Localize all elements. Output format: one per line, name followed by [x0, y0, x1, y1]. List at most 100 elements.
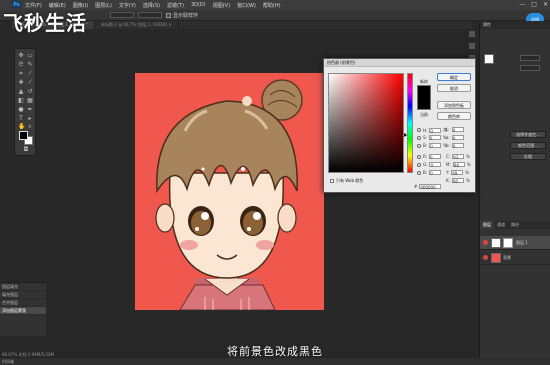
- ok-button[interactable]: 确定: [437, 73, 471, 81]
- history-row[interactable]: 合并图层: [0, 299, 46, 307]
- stamp-tool-icon[interactable]: ▲: [18, 89, 24, 95]
- b-radio[interactable]: [417, 143, 421, 148]
- lasso-tool-icon[interactable]: ᘓ: [18, 62, 24, 68]
- m-field[interactable]: M: 88%: [446, 162, 471, 168]
- eraser-tool-icon[interactable]: ◧: [18, 98, 24, 104]
- web-colors-only[interactable]: 只有 Web 颜色: [330, 178, 363, 184]
- layer-name: 背景: [503, 254, 511, 260]
- hex-field[interactable]: # 000000: [414, 184, 442, 190]
- lab-a-field[interactable]: a: 0: [446, 135, 464, 141]
- blue-field[interactable]: B: 0: [417, 170, 442, 176]
- g-radio[interactable]: [417, 162, 421, 167]
- r-field[interactable]: R: 0: [417, 154, 442, 160]
- tab-paths[interactable]: 路径: [508, 221, 522, 229]
- c-input[interactable]: 93: [452, 154, 465, 160]
- dodge-tool-icon[interactable]: ●: [18, 107, 24, 113]
- crop-tool-icon[interactable]: ⌗: [18, 71, 24, 77]
- select-and-mask-button[interactable]: 选择并遮住...: [510, 131, 546, 138]
- sample-size-select[interactable]: [110, 12, 134, 18]
- layer-mask-thumbnail[interactable]: [503, 237, 513, 248]
- sample-layers-select[interactable]: [138, 12, 162, 18]
- menu-type[interactable]: 文字(Y): [119, 2, 136, 9]
- k-input[interactable]: 80: [451, 178, 464, 184]
- layer-row-layer1[interactable]: 图层 1: [480, 236, 550, 250]
- s-field[interactable]: S: 0%: [417, 135, 447, 141]
- h-radio[interactable]: [417, 128, 421, 132]
- invert-button[interactable]: 反相: [510, 153, 546, 160]
- lab-b-field[interactable]: b: 0: [446, 143, 464, 149]
- g-input[interactable]: 0: [429, 162, 442, 168]
- gradient-tool-icon[interactable]: ▦: [27, 98, 33, 104]
- maximize-icon[interactable]: □: [531, 1, 537, 8]
- m-input[interactable]: 88: [452, 162, 465, 168]
- zoom-tool-icon[interactable]: ⌕: [27, 124, 33, 130]
- g-field[interactable]: G: 0: [417, 162, 442, 168]
- eye-icon[interactable]: [483, 240, 488, 245]
- tab-layers[interactable]: 图层: [480, 221, 494, 229]
- r-input[interactable]: 0: [429, 154, 442, 160]
- cancel-button[interactable]: 取消: [437, 84, 471, 92]
- b-input[interactable]: 0: [429, 143, 442, 149]
- color-field[interactable]: [328, 73, 404, 173]
- blue-radio[interactable]: [417, 170, 421, 175]
- h-field[interactable]: H: 0度: [417, 127, 447, 134]
- feather-field[interactable]: [520, 65, 540, 71]
- pen-tool-icon[interactable]: ✒: [27, 107, 33, 113]
- s-radio[interactable]: [417, 135, 421, 140]
- hand-tool-icon[interactable]: ✋: [18, 124, 25, 130]
- menu-layer[interactable]: 图层(L): [95, 2, 112, 9]
- marquee-tool-icon[interactable]: ▭: [27, 53, 33, 59]
- y-field[interactable]: Y: 89%: [446, 170, 469, 176]
- foreground-color-swatch[interactable]: [19, 131, 28, 140]
- s-input[interactable]: 0: [428, 135, 441, 141]
- hue-slider-arrow-icon[interactable]: [404, 133, 407, 137]
- history-row[interactable]: 填充图层: [0, 291, 46, 299]
- eye-icon[interactable]: [483, 255, 488, 260]
- color-range-button[interactable]: 颜色范围...: [510, 142, 546, 149]
- b-field[interactable]: B: 0%: [417, 143, 447, 149]
- quick-mask-icon[interactable]: ◘: [23, 147, 29, 153]
- tab-document-2[interactable]: 未标题-2 @ 66.7% (图层 1, RGB/8) ×: [94, 21, 179, 29]
- menu-window[interactable]: 窗口(W): [237, 2, 256, 9]
- hue-slider[interactable]: [407, 73, 413, 173]
- web-colors-checkbox[interactable]: [330, 179, 334, 183]
- blue-input[interactable]: 0: [429, 170, 442, 176]
- path-select-tool-icon[interactable]: ▸: [27, 116, 33, 122]
- add-to-swatches-button[interactable]: 添加到色板: [437, 101, 471, 109]
- show-sampling-ring-checkbox[interactable]: [166, 12, 171, 18]
- lab-b-input[interactable]: 0: [451, 143, 464, 149]
- color-libraries-button[interactable]: 颜色库: [437, 112, 471, 120]
- eyedropper-tool-icon[interactable]: ⁄: [27, 71, 33, 77]
- lab-a-input[interactable]: 0: [451, 135, 464, 141]
- k-field[interactable]: K: 80%: [446, 178, 470, 184]
- h-input[interactable]: 0: [429, 127, 442, 134]
- layer-row-background[interactable]: 背景: [480, 251, 550, 265]
- timeline-bar[interactable]: 时间轴: [0, 358, 550, 365]
- tab-channels[interactable]: 通道: [494, 221, 508, 229]
- properties-panel-icon[interactable]: [469, 43, 475, 49]
- history-row[interactable]: 图层填充: [0, 283, 46, 291]
- brush-tool-icon[interactable]: ⁄: [27, 80, 33, 86]
- healing-tool-icon[interactable]: ✚: [18, 80, 24, 86]
- close-icon[interactable]: ✕: [543, 1, 548, 8]
- document-canvas[interactable]: [135, 73, 324, 310]
- menu-3d[interactable]: 3D(D): [191, 2, 206, 8]
- menu-select[interactable]: 选择(S): [143, 2, 160, 9]
- menu-view[interactable]: 视图(V): [213, 2, 230, 9]
- hex-input[interactable]: 000000: [419, 184, 442, 190]
- type-tool-icon[interactable]: T: [18, 116, 24, 122]
- r-radio[interactable]: [417, 154, 421, 159]
- lab-l-input[interactable]: 0: [451, 127, 464, 133]
- menu-filter[interactable]: 滤镜(T): [167, 2, 184, 9]
- history-row-selected[interactable]: 添加图层蒙版: [0, 307, 46, 315]
- menu-help[interactable]: 帮助(H): [263, 2, 281, 9]
- move-tool-icon[interactable]: ✥: [18, 53, 24, 59]
- minimize-icon[interactable]: —: [519, 1, 525, 8]
- y-input[interactable]: 89: [451, 170, 464, 176]
- history-brush-tool-icon[interactable]: ↺: [27, 89, 33, 95]
- density-field[interactable]: [520, 55, 540, 61]
- lab-l-field[interactable]: L: 0: [446, 127, 464, 133]
- history-panel-icon[interactable]: [469, 31, 475, 37]
- c-field[interactable]: C: 93%: [446, 154, 470, 160]
- quick-select-tool-icon[interactable]: ✎: [27, 62, 33, 68]
